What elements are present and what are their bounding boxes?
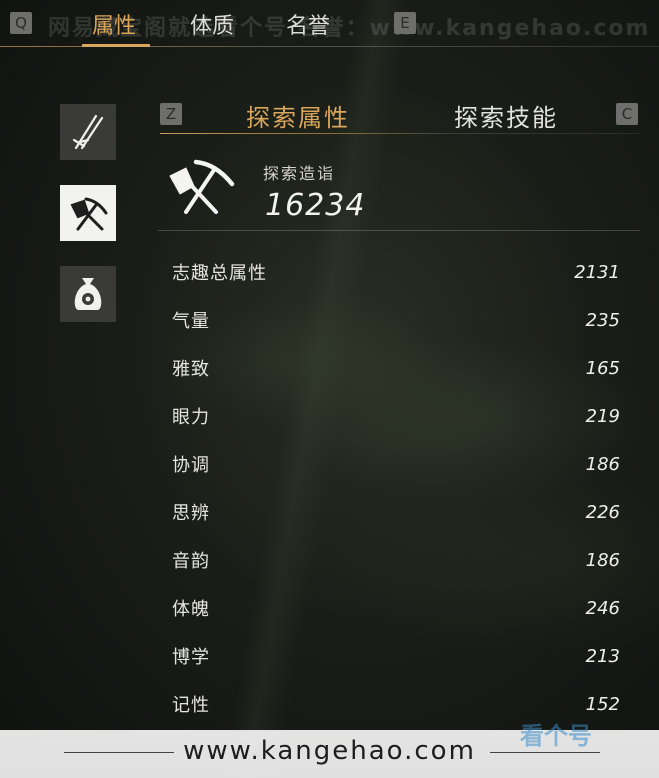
- explore-mastery-label: 探索造诣: [263, 164, 336, 183]
- attribute-value: 246: [585, 597, 620, 619]
- attribute-name: 思辨: [172, 503, 210, 524]
- attribute-value: 219: [585, 405, 620, 427]
- top-tab-bar: Q 属性 体质 名誉 E: [0, 0, 659, 48]
- tab-reputation[interactable]: 名誉: [286, 8, 330, 40]
- list-item: 雅致 165: [158, 344, 626, 392]
- sub-tab-divider: [160, 133, 640, 134]
- sword-icon: [72, 114, 104, 150]
- attribute-name: 记性: [172, 695, 210, 716]
- attribute-name: 气量: [172, 311, 210, 332]
- attribute-list: 志趣总属性 2131 气量 235 雅致 165 眼力 219 协调 186 思辨 226 …: [158, 248, 626, 728]
- attribute-value: 186: [585, 549, 620, 571]
- list-item: 体魄 246: [158, 584, 626, 632]
- top-tab-divider: [0, 46, 659, 47]
- sidebar-item-wealth[interactable]: [60, 266, 116, 322]
- attribute-value: 2131: [574, 261, 620, 283]
- tab-explore-attributes[interactable]: 探索属性: [246, 98, 350, 133]
- tab-explore-skills[interactable]: 探索技能: [454, 98, 558, 133]
- key-hint-q[interactable]: Q: [10, 12, 32, 34]
- attribute-name: 眼力: [172, 407, 210, 428]
- list-item: 协调 186: [158, 440, 626, 488]
- tab-attributes[interactable]: 属性: [92, 8, 136, 40]
- attribute-value: 213: [585, 645, 620, 667]
- sidebar-item-combat[interactable]: [60, 104, 116, 160]
- money-bag-icon: [74, 278, 102, 310]
- list-item: 博学 213: [158, 632, 626, 680]
- shovel-pickaxe-icon: [70, 197, 108, 231]
- watermark-logo: 看个号: [520, 722, 592, 750]
- attribute-name: 博学: [172, 647, 210, 668]
- attribute-value: 226: [585, 501, 620, 523]
- sidebar-item-explore[interactable]: [60, 185, 116, 241]
- attribute-name: 体魄: [172, 599, 210, 620]
- list-item: 志趣总属性 2131: [158, 248, 626, 296]
- key-hint-c[interactable]: C: [616, 103, 638, 125]
- attribute-name: 雅致: [172, 359, 210, 380]
- attribute-value: 152: [585, 693, 620, 715]
- attribute-name: 协调: [172, 455, 210, 476]
- list-item: 眼力 219: [158, 392, 626, 440]
- shovel-pickaxe-icon: [169, 159, 235, 214]
- key-hint-z[interactable]: Z: [160, 103, 182, 125]
- attribute-name: 志趣总属性: [172, 263, 267, 284]
- tab-physique[interactable]: 体质: [190, 8, 234, 40]
- explore-mastery-value: 16234: [265, 188, 366, 223]
- attribute-value: 235: [585, 309, 620, 331]
- attribute-value: 165: [585, 357, 620, 379]
- list-item: 思辨 226: [158, 488, 626, 536]
- list-item: 音韵 186: [158, 536, 626, 584]
- attribute-value: 186: [585, 453, 620, 475]
- key-hint-e[interactable]: E: [394, 12, 416, 34]
- header-divider: [158, 230, 640, 231]
- attribute-name: 音韵: [172, 551, 210, 572]
- list-item: 气量 235: [158, 296, 626, 344]
